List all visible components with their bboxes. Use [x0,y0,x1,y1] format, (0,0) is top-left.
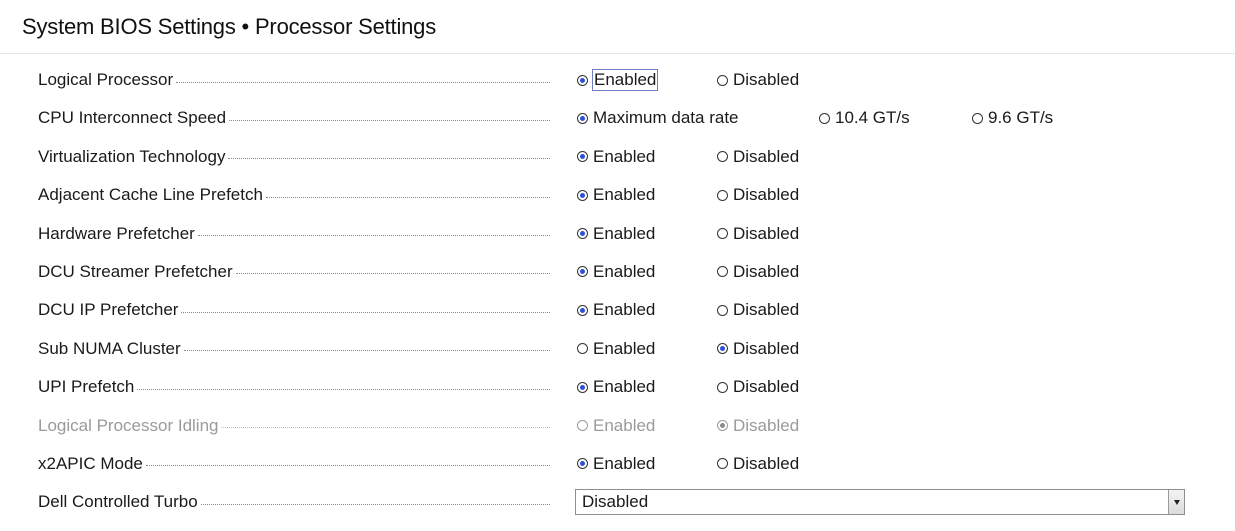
setting-row-dcu-ip-prefetcher: DCU IP Prefetcher Enabled Disabled [0,291,1235,329]
radio-unselected-icon [717,74,728,86]
radio-option-disabled[interactable]: Disabled [717,176,799,214]
radio-option-disabled[interactable]: Disabled [717,291,799,329]
radio-unselected-icon [717,151,728,163]
setting-label: DCU IP Prefetcher [38,300,179,320]
radio-option-disabled[interactable]: Disabled [717,368,799,406]
radio-selected-icon [577,228,588,240]
radio-selected-icon [577,189,588,201]
setting-label: CPU Interconnect Speed [38,108,227,128]
radio-unselected-icon [717,189,728,201]
setting-row-x2apic-mode: x2APIC Mode Enabled Disabled [0,445,1235,483]
setting-label: UPI Prefetch [38,377,135,397]
setting-row-adjacent-cache-line-prefetch: Adjacent Cache Line Prefetch Enabled Dis… [0,176,1235,214]
radio-option-enabled[interactable]: Enabled [577,291,655,329]
radio-option-disabled[interactable]: Disabled [717,330,799,368]
dotted-leader [183,350,550,352]
setting-row-cpu-interconnect-speed: CPU Interconnect Speed Maximum data rate… [0,99,1235,137]
radio-option-enabled[interactable]: Enabled [577,330,655,368]
setting-row-logical-processor: Logical Processor Enabled Disabled [0,61,1235,99]
radio-unselected-icon [717,304,728,316]
setting-label: Adjacent Cache Line Prefetch [38,185,263,205]
radio-option-enabled: Enabled [577,407,655,445]
dotted-leader [200,503,550,505]
radio-selected-icon [577,458,588,470]
dotted-leader [235,273,550,275]
dotted-leader [265,196,550,198]
setting-label: Virtualization Technology [38,146,226,166]
radio-option-disabled[interactable]: Disabled [717,445,799,483]
dotted-leader [228,158,550,160]
dropdown-button[interactable] [1168,490,1184,515]
select-value: Disabled [582,492,649,512]
radio-option-enabled[interactable]: Enabled [577,176,655,214]
dotted-leader [181,311,550,313]
radio-option-maximum-data-rate[interactable]: Maximum data rate [577,99,739,137]
setting-row-upi-prefetch: UPI Prefetch Enabled Disabled [0,368,1235,406]
setting-label: Logical Processor Idling [38,415,219,435]
setting-label: Sub NUMA Cluster [38,338,181,358]
setting-row-virtualization-technology: Virtualization Technology Enabled Disabl… [0,138,1235,176]
radio-option-disabled[interactable]: Disabled [717,215,799,253]
setting-label: Hardware Prefetcher [38,223,195,243]
dotted-leader [145,465,550,467]
radio-option-disabled[interactable]: Disabled [717,138,799,176]
page-header: System BIOS Settings • Processor Setting… [0,0,1235,54]
setting-row-hardware-prefetcher: Hardware Prefetcher Enabled Disabled [0,215,1235,253]
radio-selected-icon [577,112,588,124]
radio-option-enabled[interactable]: Enabled [577,368,655,406]
dotted-leader [176,81,550,83]
setting-row-dcu-streamer-prefetcher: DCU Streamer Prefetcher Enabled Disabled [0,253,1235,291]
radio-option-enabled[interactable]: Enabled [577,253,655,291]
page-title: System BIOS Settings • Processor Setting… [22,13,437,39]
dell-controlled-turbo-select[interactable]: Disabled [575,489,1185,516]
setting-label: Logical Processor [38,70,174,89]
setting-row-sub-numa-cluster: Sub NUMA Cluster Enabled Disabled [0,330,1235,368]
radio-unselected-icon [972,112,983,124]
radio-unselected-icon [717,381,728,393]
radio-selected-icon [577,74,588,86]
setting-row-logical-processor-idling: Logical Processor Idling Enabled Disable… [0,407,1235,445]
radio-selected-icon [717,420,728,432]
radio-unselected-icon [717,458,728,470]
dotted-leader [221,427,550,429]
radio-selected-icon [717,343,728,355]
radio-option-enabled[interactable]: Enabled [577,445,655,483]
radio-selected-icon [577,266,588,278]
radio-unselected-icon [577,343,588,355]
radio-option-enabled[interactable]: Enabled [577,215,655,253]
radio-unselected-icon [819,112,830,124]
radio-selected-icon [577,381,588,393]
radio-unselected-icon [717,228,728,240]
dotted-leader [137,388,550,390]
setting-label: Dell Controlled Turbo [38,492,198,512]
radio-option-disabled[interactable]: Disabled [717,253,799,291]
chevron-down-icon [1173,499,1180,505]
settings-list: Logical Processor Enabled Disabled CPU I… [0,54,1235,522]
radio-option-9-6-gts[interactable]: 9.6 GT/s [972,99,1053,137]
setting-label: x2APIC Mode [38,453,143,473]
radio-option-enabled[interactable]: Enabled [577,138,655,176]
radio-option-disabled[interactable]: Disabled [717,61,799,99]
radio-option-disabled: Disabled [717,407,799,445]
radio-selected-icon [577,304,588,316]
setting-row-dell-controlled-turbo: Dell Controlled Turbo Disabled [0,483,1235,521]
dotted-leader [197,235,550,237]
radio-selected-icon [577,151,588,163]
radio-option-enabled[interactable]: Enabled [577,61,659,99]
setting-label: DCU Streamer Prefetcher [38,261,233,281]
radio-unselected-icon [717,266,728,278]
radio-unselected-icon [577,420,588,432]
dotted-leader [229,119,550,121]
radio-option-10-4-gts[interactable]: 10.4 GT/s [819,99,910,137]
